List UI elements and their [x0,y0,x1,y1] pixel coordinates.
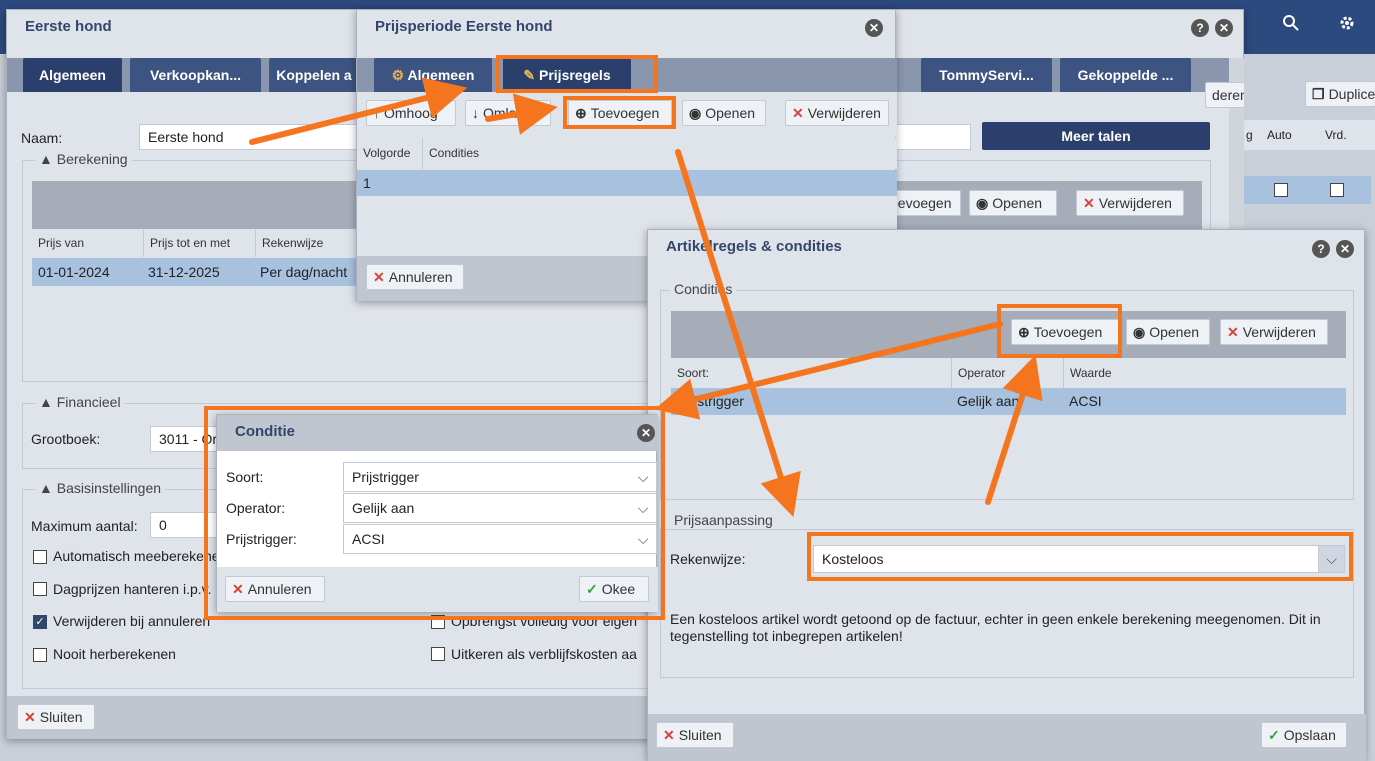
annotation-arrows [249,77,1043,518]
